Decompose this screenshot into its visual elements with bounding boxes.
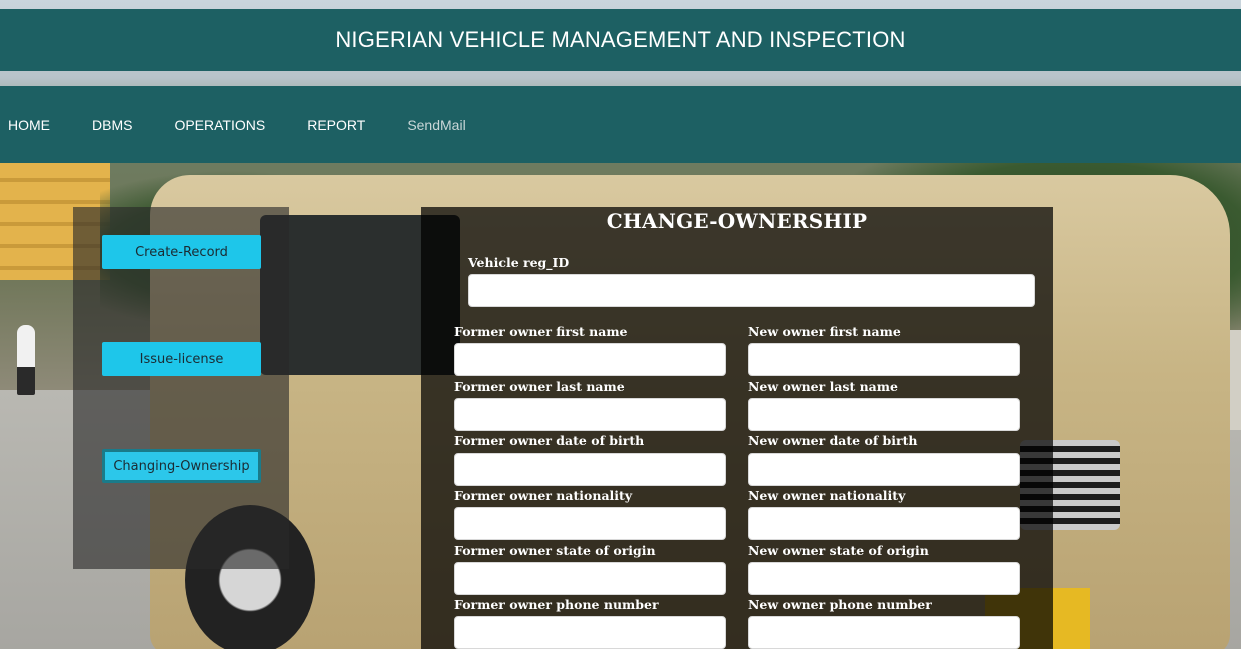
- new-nationality-input[interactable]: [748, 507, 1020, 540]
- new-nationality-label: New owner nationality: [748, 488, 906, 503]
- former-state-input[interactable]: [454, 562, 726, 595]
- nav-dbms[interactable]: DBMS: [92, 117, 132, 133]
- new-dob-input[interactable]: [748, 453, 1020, 486]
- changing-ownership-button[interactable]: Changing-Ownership: [102, 449, 261, 483]
- former-nationality-input[interactable]: [454, 507, 726, 540]
- nav-home[interactable]: HOME: [8, 117, 50, 133]
- vehicle-reg-label: Vehicle reg_ID: [468, 255, 570, 270]
- new-last-name-input[interactable]: [748, 398, 1020, 431]
- new-first-name-input[interactable]: [748, 343, 1020, 376]
- former-phone-label: Former owner phone number: [454, 597, 659, 612]
- new-state-label: New owner state of origin: [748, 543, 929, 558]
- former-state-label: Former owner state of origin: [454, 543, 656, 558]
- issue-license-button[interactable]: Issue-license: [102, 342, 261, 376]
- former-phone-input[interactable]: [454, 616, 726, 649]
- nav-sendmail[interactable]: SendMail: [407, 117, 465, 133]
- person-image: [17, 325, 35, 395]
- former-nationality-label: Former owner nationality: [454, 488, 633, 503]
- former-dob-label: Former owner date of birth: [454, 433, 645, 448]
- operations-sidebar: Create-Record Issue-license Changing-Own…: [73, 207, 289, 569]
- site-title: NIGERIAN VEHICLE MANAGEMENT AND INSPECTI…: [335, 27, 906, 52]
- former-last-name-label: Former owner last name: [454, 379, 625, 394]
- former-first-name-input[interactable]: [454, 343, 726, 376]
- main-navbar: HOME DBMS OPERATIONS REPORT SendMail: [0, 86, 1241, 163]
- nav-report[interactable]: REPORT: [307, 117, 365, 133]
- change-ownership-form: CHANGE-OWNERSHIP Vehicle reg_ID Former o…: [421, 207, 1053, 649]
- create-record-button[interactable]: Create-Record: [102, 235, 261, 269]
- form-title: CHANGE-OWNERSHIP: [606, 209, 868, 233]
- vehicle-reg-input[interactable]: [468, 274, 1035, 307]
- new-phone-label: New owner phone number: [748, 597, 932, 612]
- new-state-input[interactable]: [748, 562, 1020, 595]
- nav-operations[interactable]: OPERATIONS: [174, 117, 265, 133]
- new-last-name-label: New owner last name: [748, 379, 898, 394]
- site-header: NIGERIAN VEHICLE MANAGEMENT AND INSPECTI…: [0, 9, 1241, 71]
- former-last-name-input[interactable]: [454, 398, 726, 431]
- former-first-name-label: Former owner first name: [454, 324, 628, 339]
- new-first-name-label: New owner first name: [748, 324, 901, 339]
- new-dob-label: New owner date of birth: [748, 433, 918, 448]
- new-phone-input[interactable]: [748, 616, 1020, 649]
- former-dob-input[interactable]: [454, 453, 726, 486]
